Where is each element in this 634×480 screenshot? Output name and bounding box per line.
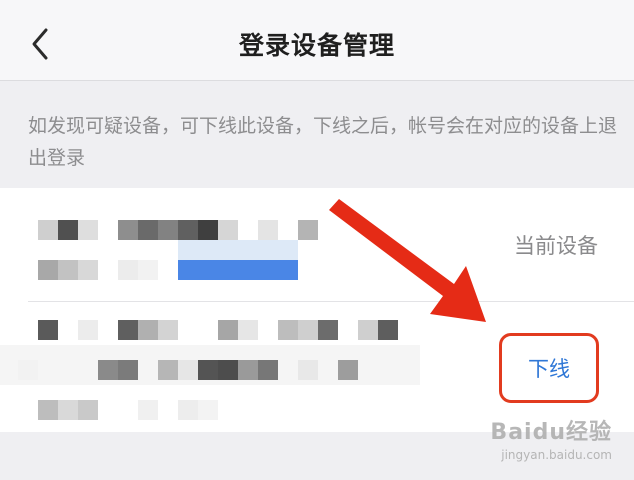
redacted-block [198,220,218,240]
redacted-block [278,320,298,340]
redacted-block [298,320,318,340]
current-device-label: 当前设备 [514,234,598,258]
watermark: Baidu经验 jingyan.baidu.com [490,414,612,462]
tip-text: 如发现可疑设备，可下线此设备，下线之后，帐号会在对应的设备上退出登录 [28,115,618,169]
redacted-block [158,360,178,380]
redacted-device-name [38,220,58,240]
redacted-block [138,220,158,240]
offline-button-label: 下线 [528,357,570,381]
redacted-block [258,220,278,240]
redacted-block [18,360,38,380]
redacted-block [198,360,218,380]
redacted-block [58,220,78,240]
redacted-block [58,400,78,420]
redacted-highlight [178,260,298,280]
redacted-block [58,260,78,280]
row-divider [28,301,634,302]
redacted-block [218,320,238,340]
redacted-block [178,360,198,380]
redacted-block [78,400,98,420]
redacted-block [158,220,178,240]
redacted-block [98,360,118,380]
redacted-block [238,320,258,340]
redacted-block [218,220,238,240]
redacted-block [158,320,178,340]
redacted-block [318,320,338,340]
redacted-block [118,320,138,340]
redacted-block [118,360,138,380]
redacted-block [198,400,218,420]
redacted-block [78,320,98,340]
redacted-block [378,320,398,340]
redacted-block [258,360,278,380]
redacted-highlight [178,240,298,260]
redacted-block [118,220,138,240]
redacted-block [338,360,358,380]
redacted-block [118,260,138,280]
redacted-block [38,320,58,340]
offline-button[interactable]: 下线 [499,333,599,403]
watermark-url: jingyan.baidu.com [501,448,612,462]
redacted-block [298,220,318,240]
redacted-block [138,320,158,340]
nav-bar: 登录设备管理 [0,0,634,81]
redacted-block [238,360,258,380]
redacted-block [218,360,238,380]
redacted-block [298,360,318,380]
redacted-block [178,400,198,420]
watermark-brand: Baidu经验 [490,420,612,445]
redacted-block [178,220,198,240]
page-title: 登录设备管理 [238,31,395,60]
redacted-block [78,260,98,280]
redacted-block [38,400,58,420]
redacted-block [138,400,158,420]
redacted-block [138,260,158,280]
redacted-block [358,320,378,340]
redacted-block [78,220,98,240]
redacted-block [38,260,58,280]
